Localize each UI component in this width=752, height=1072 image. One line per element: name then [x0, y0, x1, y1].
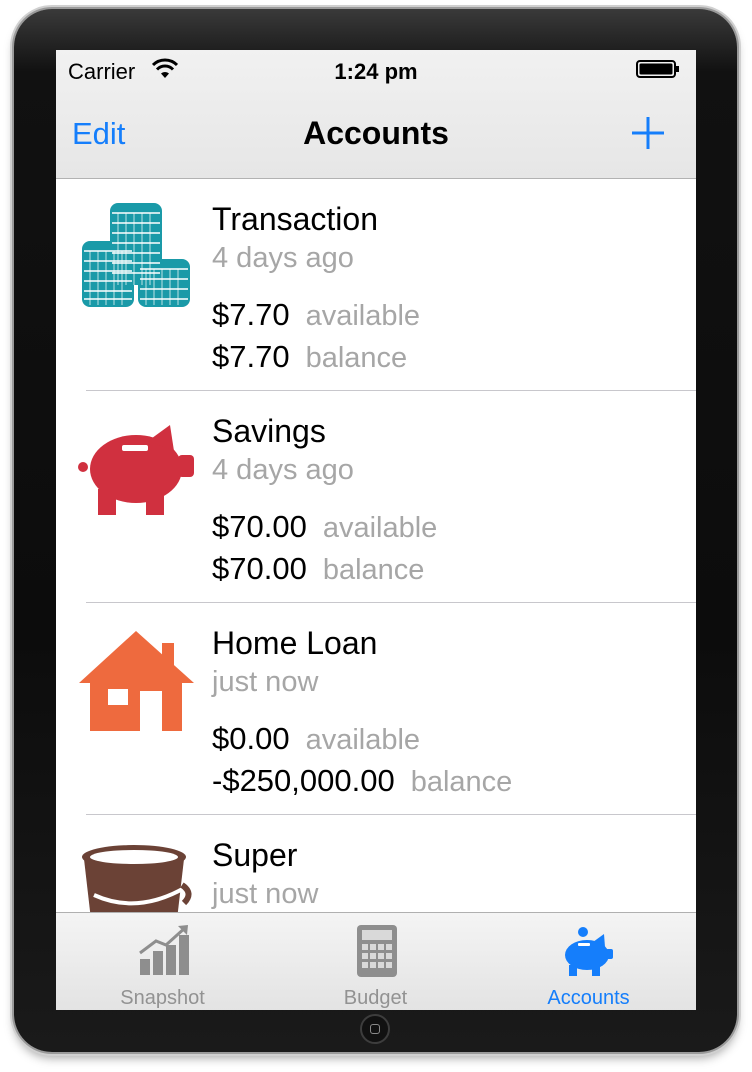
available-amount: $70.00	[212, 509, 307, 544]
balance-amount: $70.00	[212, 551, 307, 586]
home-button[interactable]	[360, 1014, 390, 1044]
available-label: available	[322, 512, 438, 544]
app-screen: Carrier 1:24 pm Edit Accounts Transactio…	[56, 50, 696, 1010]
account-row-savings[interactable]: Savings 4 days ago $70.00 available $70.0…	[56, 391, 696, 603]
tab-label: Accounts	[547, 987, 630, 1009]
account-row-home-loan[interactable]: Home Loan just now $0.00 available -$250,…	[56, 603, 696, 815]
account-updated: 4 days ago	[212, 242, 354, 274]
battery-icon	[636, 60, 679, 78]
available-label: available	[305, 300, 421, 332]
plus-icon	[632, 117, 664, 149]
account-name: Super	[212, 837, 298, 873]
balance-amount: $7.70	[212, 339, 290, 374]
piggy-bank-icon	[565, 927, 613, 976]
available-amount: $0.00	[212, 721, 290, 756]
balance-amount: -$250,000.00	[212, 763, 395, 798]
tab-accounts[interactable]: Accounts	[482, 913, 695, 1010]
tab-label: Budget	[343, 987, 408, 1009]
balance-label: balance	[322, 554, 425, 586]
tab-budget[interactable]: Budget	[269, 913, 482, 1010]
account-name: Home Loan	[212, 625, 378, 661]
calculator-icon	[357, 925, 397, 977]
chart-icon	[139, 925, 189, 975]
bucket-icon	[82, 845, 192, 912]
clock: 1:24 pm	[334, 59, 418, 84]
balance-label: balance	[410, 766, 513, 798]
piggy-bank-icon	[78, 425, 194, 515]
available-line: $7.70 available	[212, 297, 420, 333]
add-account-button[interactable]	[631, 116, 665, 150]
tab-label: Snapshot	[120, 987, 205, 1009]
tab-bar: Snapshot Budget Accounts	[56, 912, 696, 1010]
available-line: $70.00 available	[212, 509, 437, 545]
status-bar: Carrier 1:24 pm	[56, 50, 696, 90]
available-line: $0.00 available	[212, 721, 420, 757]
balance-line: -$250,000.00 balance	[212, 763, 512, 799]
account-name: Savings	[212, 413, 326, 449]
account-updated: just now	[212, 666, 319, 698]
account-updated: just now	[212, 878, 319, 910]
page-title: Accounts	[303, 115, 449, 151]
tab-snapshot[interactable]: Snapshot	[56, 913, 269, 1010]
account-name: Transaction	[212, 201, 378, 237]
top-bar: Carrier 1:24 pm Edit Accounts	[56, 50, 696, 179]
account-row-super[interactable]: Super just now	[56, 815, 696, 912]
coin-stacks-icon	[82, 203, 190, 307]
balance-label: balance	[305, 342, 408, 374]
account-updated: 4 days ago	[212, 454, 354, 486]
house-icon	[79, 631, 194, 731]
account-row-transaction[interactable]: Transaction 4 days ago $7.70 available $7…	[56, 179, 696, 391]
available-amount: $7.70	[212, 297, 290, 332]
balance-line: $70.00 balance	[212, 551, 424, 587]
available-label: available	[305, 724, 421, 756]
accounts-list[interactable]: Transaction 4 days ago $7.70 available $7…	[56, 179, 696, 912]
balance-line: $7.70 balance	[212, 339, 407, 375]
